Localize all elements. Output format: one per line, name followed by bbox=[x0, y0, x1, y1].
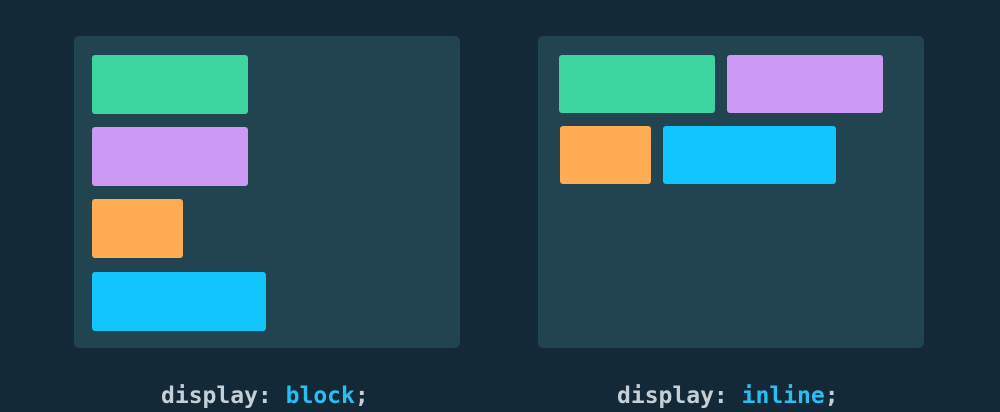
display-inline-caption: display: inline; bbox=[617, 381, 839, 411]
orange-box bbox=[92, 199, 183, 258]
caption-property: display: bbox=[617, 383, 742, 409]
caption-terminator: ; bbox=[354, 383, 369, 409]
caption-property: display: bbox=[161, 383, 286, 409]
display-block-caption: display: block; bbox=[161, 381, 369, 411]
caption-value: block bbox=[285, 383, 355, 409]
display-inline-panel bbox=[538, 36, 924, 348]
green-box bbox=[92, 55, 248, 114]
display-block-panel bbox=[74, 36, 460, 348]
purple-box bbox=[727, 55, 883, 113]
blue-box bbox=[92, 272, 266, 331]
purple-box bbox=[92, 127, 248, 186]
blue-box bbox=[663, 126, 836, 184]
orange-box bbox=[560, 126, 651, 184]
caption-terminator: ; bbox=[824, 383, 839, 409]
green-box bbox=[559, 55, 715, 113]
caption-value: inline bbox=[741, 383, 825, 409]
